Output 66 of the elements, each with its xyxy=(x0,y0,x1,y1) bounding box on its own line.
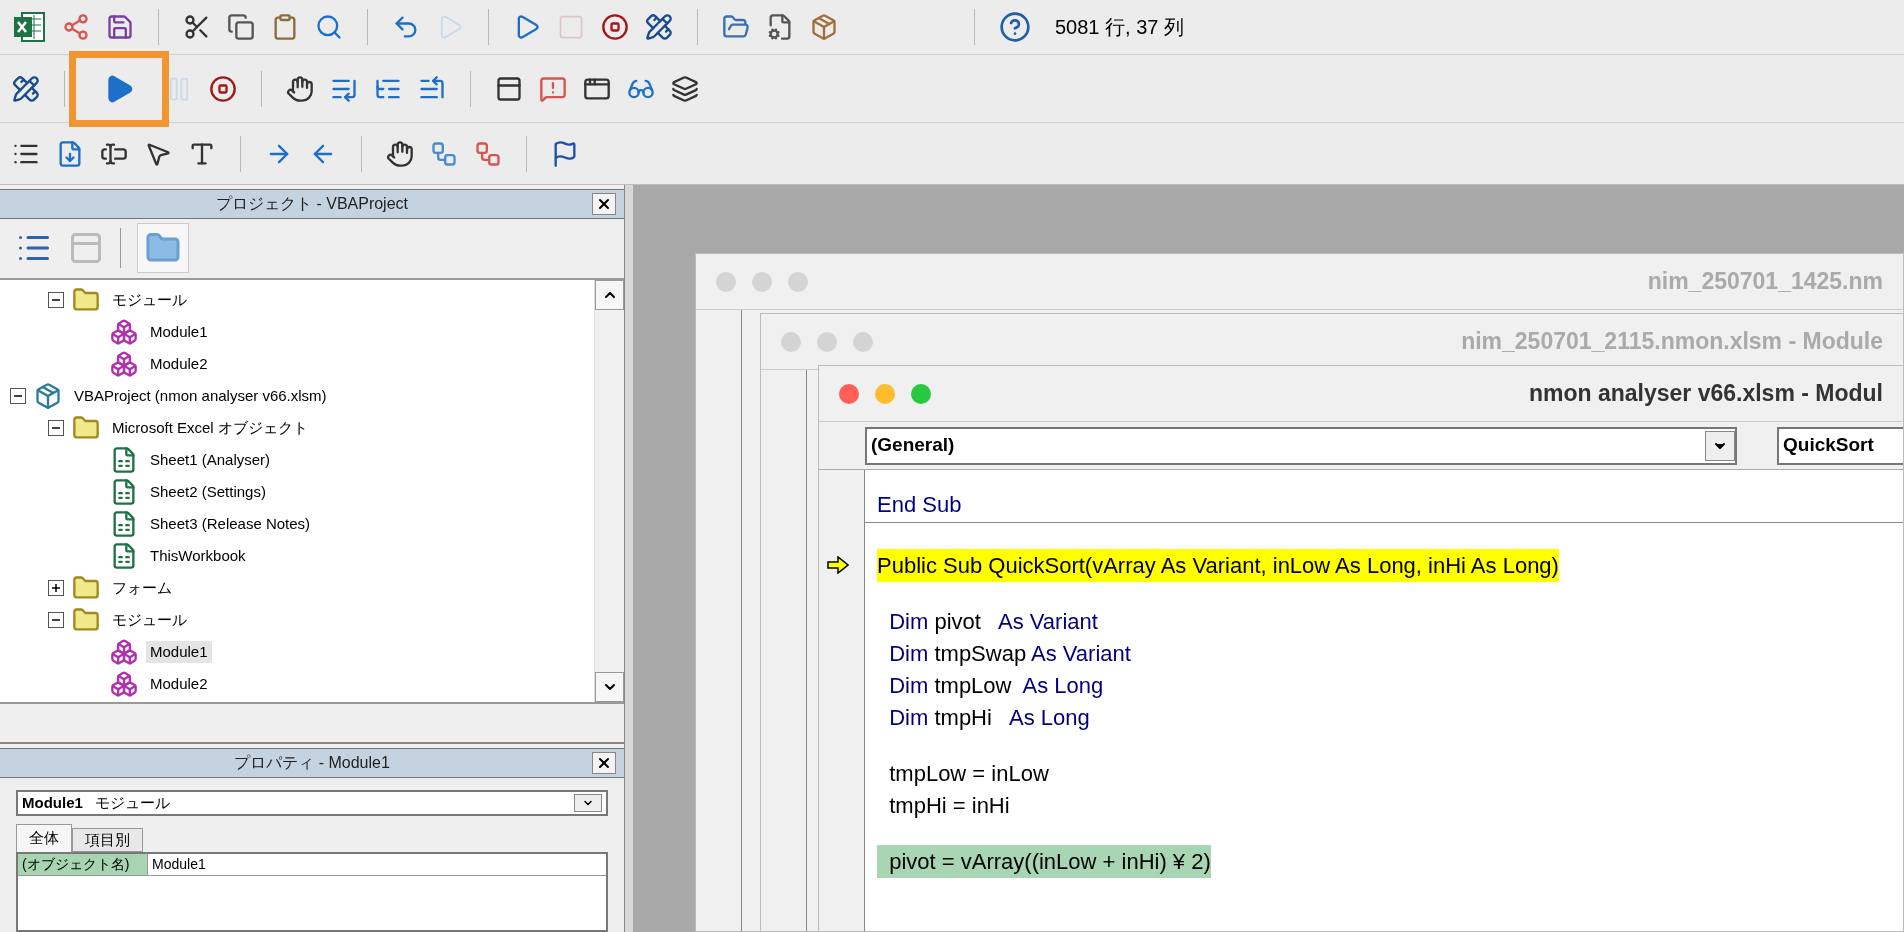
tree-item[interactable]: Sheet2 (Settings) xyxy=(146,480,270,504)
hand-icon[interactable] xyxy=(386,139,414,168)
object-dropdown[interactable]: Module1 モジュール xyxy=(16,790,608,816)
stop-icon[interactable] xyxy=(209,74,237,103)
module-icon xyxy=(110,637,138,666)
call-stack-icon[interactable] xyxy=(671,74,699,103)
tree-item[interactable]: Module1 xyxy=(146,320,212,344)
code-line: tmpLow = inLow xyxy=(888,759,1049,788)
panel-title: プロジェクト - VBAProject xyxy=(216,193,408,214)
tree-item[interactable]: Module2 xyxy=(146,352,212,376)
hand-icon[interactable] xyxy=(286,74,314,103)
tree-item[interactable]: フォーム xyxy=(108,576,176,600)
save-icon[interactable] xyxy=(106,13,134,41)
execution-arrow-icon xyxy=(827,556,849,574)
spreadsheet-app-icon[interactable] xyxy=(12,10,46,44)
code-line: Dim tmpSwap As Variant xyxy=(888,639,1131,668)
scrollbar[interactable] xyxy=(594,279,624,703)
object-type: モジュール xyxy=(94,792,170,813)
folder-icon xyxy=(72,413,100,442)
project-icon xyxy=(34,381,62,410)
panel-title: プロパティ - Module1 xyxy=(234,753,390,773)
property-value: Module1 xyxy=(151,855,207,874)
design-mode-icon[interactable] xyxy=(645,13,673,41)
module-icon xyxy=(110,669,138,698)
tree-item[interactable]: Module2 xyxy=(146,672,212,696)
tab[interactable]: 全体 xyxy=(16,824,72,852)
folder-icon xyxy=(72,605,100,634)
folder-icon xyxy=(72,573,100,602)
tree-item[interactable]: Microsoft Excel オブジェクト xyxy=(108,416,312,440)
tree-item[interactable]: Module1 xyxy=(146,640,212,664)
tree-item[interactable]: ThisWorkbook xyxy=(146,544,250,568)
tree-item[interactable]: モジュール xyxy=(108,288,191,312)
run-button[interactable] xyxy=(69,50,169,127)
module-icon xyxy=(110,349,138,378)
property-name: (オブジェクト名) xyxy=(18,854,148,875)
object-dropdown[interactable]: (General) xyxy=(865,426,1737,465)
code-line: Dim tmpLow As Long xyxy=(888,671,1104,700)
window-icon[interactable] xyxy=(495,74,523,103)
tree-item[interactable]: モジュール xyxy=(108,608,191,632)
module-icon xyxy=(110,317,138,346)
code-line: Dim tmpHi As Long xyxy=(888,703,1090,732)
window-control-button[interactable] xyxy=(839,383,859,404)
code-line: End Sub xyxy=(877,490,962,519)
code-line: tmpHi = inHi xyxy=(888,791,1010,820)
help-icon[interactable] xyxy=(999,11,1031,43)
package-icon[interactable] xyxy=(810,13,838,41)
toggle-folders-button[interactable] xyxy=(137,223,189,274)
search-icon[interactable] xyxy=(315,13,343,41)
tree-item[interactable]: VBAProject (nmon analyser v66.xlsm) xyxy=(70,384,331,408)
copy-icon[interactable] xyxy=(227,13,255,41)
window-title: nim_250701_2115.nmon.xlsm - Module xyxy=(1461,327,1883,357)
share-icon[interactable] xyxy=(62,13,90,41)
tree-item[interactable]: Sheet3 (Release Notes) xyxy=(146,512,315,536)
settings-document-icon[interactable] xyxy=(766,13,794,41)
design-mode-icon[interactable] xyxy=(12,74,40,103)
procedure-dropdown[interactable]: QuickSort xyxy=(1777,426,1903,465)
row-column-count: 5081 行, 37 列 xyxy=(1055,15,1184,40)
code-line: Dim pivot As Variant xyxy=(888,607,1098,636)
stop-icon[interactable] xyxy=(601,13,629,41)
object-name: Module1 xyxy=(22,792,83,813)
tree-item[interactable]: Sheet1 (Analyser) xyxy=(146,448,275,472)
warning-window-icon[interactable] xyxy=(539,74,567,103)
folder-icon xyxy=(72,285,100,314)
window-title: nim_250701_1425.nm xyxy=(1647,267,1883,297)
tab[interactable]: 項目別 xyxy=(72,828,143,852)
window-title: nmon analyser v66.xlsm - Modul xyxy=(1528,379,1883,409)
